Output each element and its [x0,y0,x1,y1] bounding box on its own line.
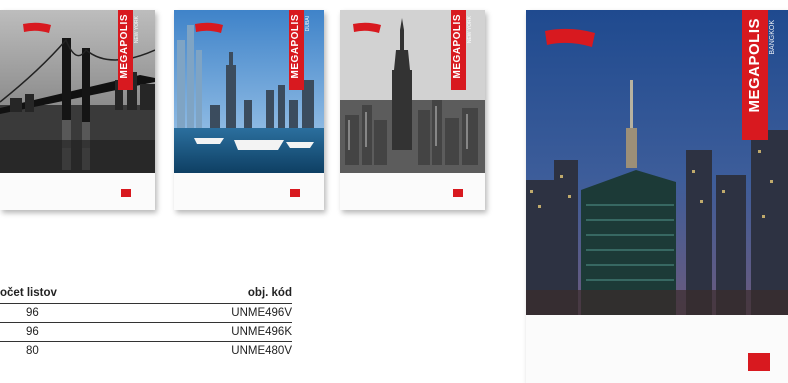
cover-label-area [0,173,155,210]
brand-tag [453,189,463,197]
sheet-count: 80 [26,344,39,357]
table-row: 96 UNME496K [0,322,292,342]
cover-title: MEGAPOLIS [290,14,301,79]
notebook-cover-skyscraper[interactable]: MEGAPOLIS NEW YORK [340,10,485,210]
brand-logo [545,28,595,47]
cover-subtitle: NEW YORK [134,16,140,44]
brand-tag [748,353,770,371]
cover-label-area [526,315,788,383]
cover-title: MEGAPOLIS [452,14,463,79]
cover-label-area [340,173,485,210]
table-row: 96 UNME496V [0,303,292,323]
sheet-count: 96 [0,322,142,342]
cover-subtitle: BANGKOK [769,20,776,55]
sheet-count: 96 [0,303,142,323]
table-row: 80 UNME480V [0,341,292,360]
brand-logo [353,22,381,33]
notebook-cover-bridge[interactable]: MEGAPOLIS NEW YORK [0,10,155,210]
brand-logo [23,22,51,33]
brand-tag [121,189,131,197]
notebook-cover-large[interactable]: MEGAPOLIS BANGKOK [526,10,788,383]
table-header-row: očet listov obj. kód [0,286,292,304]
order-code: UNME480V [231,344,292,357]
product-spec-table: očet listov obj. kód 96 UNME496V 96 UNME… [0,286,292,360]
order-code: UNME496V [141,303,292,323]
column-header-count: očet listov [0,286,142,304]
notebook-cover-marina[interactable]: MEGAPOLIS DUBAI [174,10,324,210]
cover-subtitle: DUBAI [305,16,311,32]
brand-logo [195,22,223,33]
cover-subtitle: NEW YORK [467,16,473,44]
cover-title: MEGAPOLIS [119,14,130,79]
brand-tag [290,189,300,197]
order-code: UNME496K [141,322,292,342]
cover-title: MEGAPOLIS [746,18,763,113]
column-header-code: obj. kód [141,286,292,304]
cover-label-area [174,173,324,210]
